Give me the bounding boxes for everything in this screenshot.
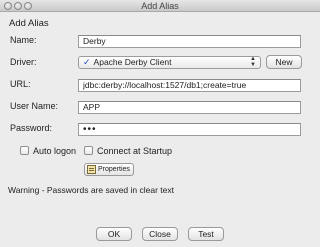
properties-icon xyxy=(87,165,96,174)
connect-at-startup-label: Connect at Startup xyxy=(97,146,173,156)
ok-button[interactable]: OK xyxy=(96,227,132,241)
driver-select-value: Apache Derby Client xyxy=(93,57,172,67)
username-field[interactable]: APP xyxy=(78,101,301,114)
close-button[interactable]: Close xyxy=(142,227,178,241)
title-bar: Add Alias xyxy=(0,0,320,12)
password-label: Password: xyxy=(10,123,53,133)
driver-label: Driver: xyxy=(10,57,37,67)
driver-select[interactable]: ✓ Apache Derby Client ▲ ▼ xyxy=(78,56,261,69)
dialog-heading: Add Alias xyxy=(9,18,49,29)
test-button[interactable]: Test xyxy=(188,227,224,241)
checkmark-icon: ✓ xyxy=(83,57,91,67)
password-field[interactable]: ••• xyxy=(78,123,301,136)
name-label: Name: xyxy=(10,35,37,45)
auto-logon-label: Auto logon xyxy=(33,146,77,156)
name-field[interactable]: Derby xyxy=(78,35,301,48)
new-driver-button[interactable]: New xyxy=(266,55,302,69)
username-label: User Name: xyxy=(10,101,59,111)
password-warning: Warning - Passwords are saved in clear t… xyxy=(8,185,174,195)
window-title: Add Alias xyxy=(141,1,179,11)
url-label: URL: xyxy=(10,79,31,89)
connect-at-startup-checkbox[interactable] xyxy=(84,146,93,155)
chevron-up-down-icon: ▲ ▼ xyxy=(250,56,256,68)
add-alias-dialog: Add Alias Name: Derby Driver: ✓ Apache D… xyxy=(0,12,320,247)
auto-logon-checkbox[interactable] xyxy=(20,146,29,155)
url-field[interactable]: jdbc:derby://localhost:1527/db1;create=t… xyxy=(78,79,301,92)
properties-button[interactable]: Properties xyxy=(84,163,134,176)
properties-button-label: Properties xyxy=(98,166,130,173)
